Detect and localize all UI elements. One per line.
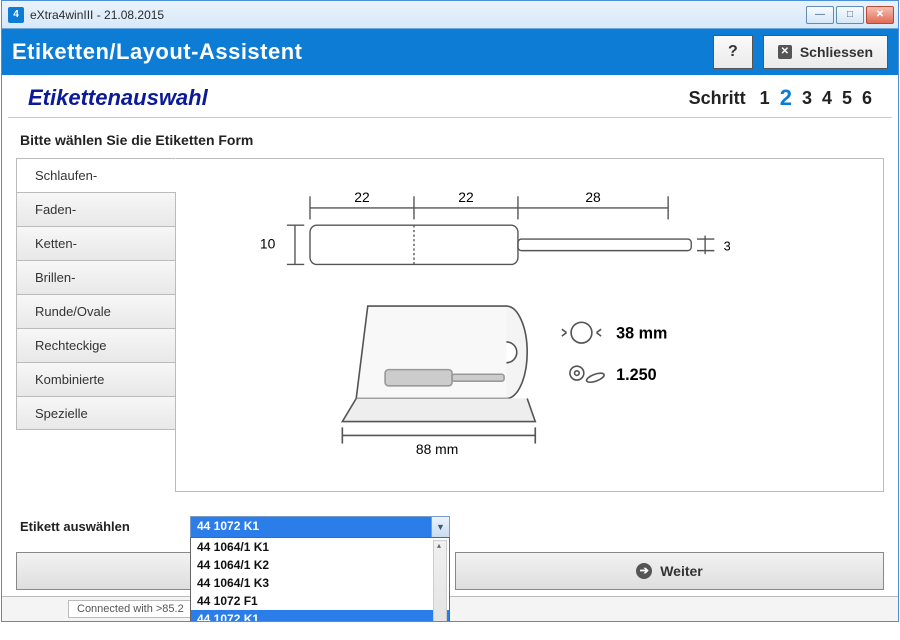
tab-spezielle[interactable]: Spezielle bbox=[16, 396, 176, 430]
close-icon: ✕ bbox=[778, 45, 792, 59]
label-select[interactable]: 44 1072 K1 ▼ 44 1064/1 K1 44 1064/1 K2 4… bbox=[190, 516, 450, 538]
header-bar: Etiketten/Layout-Assistent ? ✕ Schliesse… bbox=[2, 29, 898, 75]
tab-brillen[interactable]: Brillen- bbox=[16, 260, 176, 294]
dim-seg2: 22 bbox=[458, 189, 474, 205]
status-bar: Connected with >85.2 bbox=[2, 596, 898, 621]
option[interactable]: 44 1064/1 K2 bbox=[191, 556, 449, 574]
page-title: Etikettenauswahl bbox=[28, 85, 689, 111]
option-selected[interactable]: 44 1072 K1 bbox=[191, 610, 449, 622]
step-label: Schritt bbox=[689, 88, 746, 109]
arrow-right-icon: ➔ bbox=[636, 563, 652, 579]
window-controls: — □ ✕ bbox=[806, 6, 894, 24]
step-4[interactable]: 4 bbox=[822, 88, 832, 109]
wizard-steps: Schritt 1 2 3 4 5 6 bbox=[689, 85, 872, 111]
titlebar: 4 eXtra4winIII - 21.08.2015 — □ ✕ bbox=[2, 1, 898, 29]
maximize-button[interactable]: □ bbox=[836, 6, 864, 24]
main-panel: Bitte wählen Sie die Etiketten Form Schl… bbox=[16, 132, 884, 538]
help-button[interactable]: ? bbox=[713, 35, 753, 69]
sub-header: Etikettenauswahl Schritt 1 2 3 4 5 6 bbox=[8, 75, 892, 118]
step-1[interactable]: 1 bbox=[760, 88, 770, 109]
step-2[interactable]: 2 bbox=[780, 85, 792, 111]
dim-tail: 3 bbox=[724, 240, 731, 254]
tab-faden[interactable]: Faden- bbox=[16, 192, 176, 226]
app-window: 4 eXtra4winIII - 21.08.2015 — □ ✕ Etiket… bbox=[1, 0, 899, 622]
next-button[interactable]: ➔ Weiter bbox=[455, 552, 884, 590]
step-6[interactable]: 6 bbox=[862, 88, 872, 109]
option[interactable]: 44 1064/1 K1 bbox=[191, 538, 449, 556]
label-select-dropdown[interactable]: 44 1064/1 K1 44 1064/1 K2 44 1064/1 K3 4… bbox=[190, 537, 450, 622]
dim-seg1: 22 bbox=[354, 189, 370, 205]
chevron-down-icon: ▼ bbox=[431, 517, 449, 537]
roll-diameter: 38 mm bbox=[616, 324, 667, 342]
close-button-label: Schliessen bbox=[800, 44, 873, 60]
help-icon: ? bbox=[728, 43, 738, 61]
minimize-button[interactable]: — bbox=[806, 6, 834, 24]
label-select-value[interactable]: 44 1072 K1 ▼ bbox=[190, 516, 450, 538]
dim-roll-width: 88 mm bbox=[416, 441, 458, 457]
dim-seg3: 28 bbox=[585, 189, 601, 205]
next-button-label: Weiter bbox=[660, 563, 703, 579]
connection-status: Connected with >85.2 bbox=[68, 600, 193, 618]
window-title: eXtra4winIII - 21.08.2015 bbox=[30, 8, 806, 22]
tab-ketten[interactable]: Ketten- bbox=[16, 226, 176, 260]
form-prompt: Bitte wählen Sie die Etiketten Form bbox=[16, 132, 884, 148]
form-box: Schlaufen- Faden- Ketten- Brillen- Runde… bbox=[16, 158, 884, 492]
label-diagram: 22 22 28 10 3 bbox=[206, 179, 853, 468]
labels-per-roll: 1.250 bbox=[616, 366, 656, 384]
scrollbar[interactable] bbox=[433, 540, 447, 622]
tab-schlaufen[interactable]: Schlaufen- bbox=[16, 158, 176, 192]
close-button[interactable]: ✕ Schliessen bbox=[763, 35, 888, 69]
step-3[interactable]: 3 bbox=[802, 88, 812, 109]
step-5[interactable]: 5 bbox=[842, 88, 852, 109]
label-preview: 22 22 28 10 3 bbox=[175, 158, 884, 492]
tab-rechteckige[interactable]: Rechteckige bbox=[16, 328, 176, 362]
dim-height: 10 bbox=[260, 235, 276, 251]
header-title: Etiketten/Layout-Assistent bbox=[12, 39, 703, 65]
shape-tabs: Schlaufen- Faden- Ketten- Brillen- Runde… bbox=[16, 158, 176, 492]
footer-buttons: ➔ Weiter bbox=[16, 552, 884, 590]
option[interactable]: 44 1072 F1 bbox=[191, 592, 449, 610]
option[interactable]: 44 1064/1 K3 bbox=[191, 574, 449, 592]
label-selector-row: Etikett auswählen 44 1072 K1 ▼ 44 1064/1… bbox=[20, 516, 880, 538]
tab-kombinierte[interactable]: Kombinierte bbox=[16, 362, 176, 396]
window-close-button[interactable]: ✕ bbox=[866, 6, 894, 24]
app-icon: 4 bbox=[8, 7, 24, 23]
label-selector-label: Etikett auswählen bbox=[20, 519, 160, 534]
tab-runde[interactable]: Runde/Ovale bbox=[16, 294, 176, 328]
